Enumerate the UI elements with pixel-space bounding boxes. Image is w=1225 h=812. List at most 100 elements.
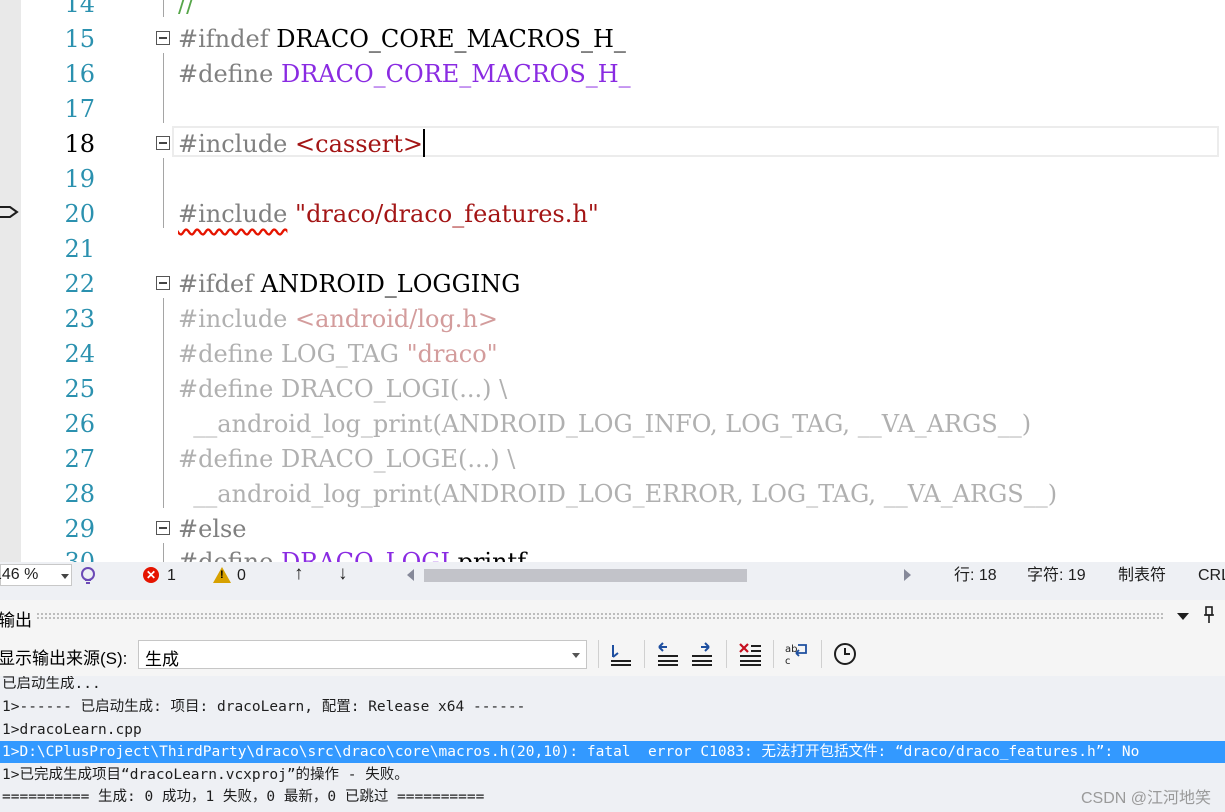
error-squiggle-include[interactable]: #include bbox=[178, 200, 287, 228]
code-text-inactive: #include <android/log.h> bbox=[178, 302, 498, 337]
line-number: 16 bbox=[64, 60, 95, 88]
string-literal: "draco" bbox=[406, 340, 498, 368]
fold-guide bbox=[163, 0, 164, 17]
line-indicator[interactable]: 行: 18 bbox=[954, 566, 997, 586]
preprocessor-keyword: #define bbox=[178, 375, 274, 403]
code-line[interactable]: 25 #define DRACO_LOGI(...) \ bbox=[0, 372, 1225, 407]
collapse-icon[interactable] bbox=[156, 136, 170, 150]
line-number: 20 bbox=[64, 200, 95, 228]
warning-count[interactable]: 0 bbox=[237, 566, 246, 586]
horizontal-scroll-thumb[interactable] bbox=[424, 569, 747, 582]
code-line[interactable]: 28 __android_log_print(ANDROID_LOG_ERROR… bbox=[0, 477, 1225, 512]
preprocessor-keyword: #define bbox=[178, 60, 274, 88]
code-editor[interactable]: 14 // 15 #ifndef DRACO_CORE_MACROS_H_ 16… bbox=[0, 0, 1225, 562]
preprocessor-keyword: #define bbox=[178, 445, 274, 473]
line-ending-indicator[interactable]: CRLF bbox=[1198, 566, 1225, 586]
chevron-down-icon bbox=[61, 574, 69, 579]
svg-text:ab: ab bbox=[785, 644, 797, 655]
code-line[interactable]: 27 #define DRACO_LOGE(...) \ bbox=[0, 442, 1225, 477]
previous-message-icon[interactable] bbox=[655, 641, 681, 667]
error-icon[interactable]: ✕ bbox=[143, 567, 159, 583]
line-number: 18 bbox=[64, 130, 95, 158]
line-number: 23 bbox=[64, 305, 95, 333]
code-line-current[interactable]: 18 #include <cassert> bbox=[0, 126, 1225, 162]
code-text: #ifdef ANDROID_LOGGING bbox=[178, 267, 520, 302]
macro-name: DRACO_CORE_MACROS_H_ bbox=[280, 60, 631, 88]
output-line[interactable]: 已启动生成... bbox=[2, 676, 101, 695]
line-number: 14 bbox=[64, 0, 95, 18]
drag-grip[interactable] bbox=[36, 612, 1164, 620]
code-text-inactive: #define LOG_TAG "draco" bbox=[178, 337, 498, 372]
scroll-left-icon[interactable] bbox=[407, 569, 414, 581]
output-text-area[interactable]: 已启动生成... 1>------ 已启动生成: 项目: dracoLearn,… bbox=[0, 676, 1225, 812]
chevron-down-icon bbox=[572, 653, 580, 658]
preprocessor-keyword: #define bbox=[178, 340, 274, 368]
identifier: printf bbox=[457, 548, 527, 562]
code-text-inactive: __android_log_print(ANDROID_LOG_ERROR, L… bbox=[178, 480, 1058, 508]
output-line[interactable]: ========== 生成: 0 成功，1 失败，0 最新，0 已跳过 ====… bbox=[2, 786, 484, 808]
line-number: 17 bbox=[64, 95, 95, 123]
toolbar-separator bbox=[644, 640, 645, 668]
code-line[interactable]: 26 __android_log_print(ANDROID_LOG_INFO,… bbox=[0, 407, 1225, 442]
output-panel-header: 输出 bbox=[0, 600, 1225, 632]
macro-name: DRACO_LOGI bbox=[280, 548, 450, 562]
panel-splitter[interactable] bbox=[0, 590, 1225, 600]
code-line[interactable]: 30 #define DRACO_LOGI printf bbox=[0, 545, 1225, 562]
macro-definition: DRACO_LOGI(...) \ bbox=[280, 375, 508, 403]
code-text: #include "draco/draco_features.h" bbox=[178, 197, 599, 232]
code-line[interactable]: 23 #include <android/log.h> bbox=[0, 302, 1225, 337]
previous-issue-arrow-up-icon[interactable]: ↑ bbox=[294, 564, 304, 584]
toggle-word-wrap-icon[interactable]: ab c bbox=[784, 641, 810, 667]
code-text: #include <cassert> bbox=[178, 127, 425, 162]
output-line[interactable]: 1>dracoLearn.cpp bbox=[2, 719, 142, 741]
output-panel-title: 输出 bbox=[0, 611, 32, 630]
toolbar-separator bbox=[773, 640, 774, 668]
toolbar-separator bbox=[726, 640, 727, 668]
line-number: 25 bbox=[64, 375, 95, 403]
code-line[interactable]: 15 #ifndef DRACO_CORE_MACROS_H_ bbox=[0, 22, 1225, 57]
line-number: 19 bbox=[64, 165, 95, 193]
line-number: 27 bbox=[64, 445, 95, 473]
code-line[interactable]: 29 #else bbox=[0, 512, 1225, 547]
code-line[interactable]: 19 bbox=[0, 162, 1225, 197]
output-line-selected-error[interactable]: 1>D:\CPlusProject\ThirdParty\draco\src\d… bbox=[0, 741, 1225, 763]
code-line[interactable]: 21 bbox=[0, 232, 1225, 267]
collapse-icon[interactable] bbox=[156, 276, 170, 290]
line-number: 30 bbox=[64, 548, 95, 562]
code-line[interactable]: 17 bbox=[0, 92, 1225, 127]
code-line[interactable]: 20 #include "draco/draco_features.h" bbox=[0, 197, 1225, 232]
code-line[interactable]: 14 // bbox=[0, 0, 1225, 22]
indent-indicator[interactable]: 制表符 bbox=[1118, 566, 1166, 586]
next-issue-arrow-down-icon[interactable]: ↓ bbox=[338, 564, 348, 584]
editor-status-bar: 146 % ✕ 1 ! 0 ↑ ↓ 行: 18 字符: 19 制表符 CRLF bbox=[0, 562, 1225, 590]
window-position-dropdown-icon[interactable] bbox=[1177, 613, 1189, 620]
clock-icon[interactable] bbox=[832, 641, 858, 667]
output-source-dropdown[interactable]: 生成 bbox=[138, 640, 587, 669]
code-text: #ifndef DRACO_CORE_MACROS_H_ bbox=[178, 22, 626, 57]
line-number: 26 bbox=[64, 410, 95, 438]
zoom-dropdown[interactable]: 146 % bbox=[0, 564, 72, 586]
scroll-right-icon[interactable] bbox=[904, 569, 911, 581]
clear-all-icon[interactable] bbox=[737, 641, 763, 667]
find-message-in-code-icon[interactable] bbox=[608, 641, 634, 667]
code-line[interactable]: 16 #define DRACO_CORE_MACROS_H_ bbox=[0, 57, 1225, 92]
next-message-icon[interactable] bbox=[689, 641, 715, 667]
collapse-icon[interactable] bbox=[156, 31, 170, 45]
output-source-value: 生成 bbox=[145, 650, 179, 669]
toolbar-separator bbox=[821, 640, 822, 668]
identifier: DRACO_CORE_MACROS_H_ bbox=[276, 25, 626, 53]
identifier: ANDROID_LOGGING bbox=[260, 270, 521, 298]
error-count[interactable]: 1 bbox=[167, 566, 176, 586]
char-indicator[interactable]: 字符: 19 bbox=[1027, 566, 1086, 586]
pin-icon[interactable] bbox=[1203, 606, 1215, 624]
collapse-icon[interactable] bbox=[156, 521, 170, 535]
code-text: #define DRACO_LOGI printf bbox=[178, 545, 526, 562]
output-line[interactable]: 1>已完成生成项目“dracoLearn.vcxproj”的操作 - 失败。 bbox=[2, 764, 409, 786]
intellicode-icon[interactable] bbox=[78, 565, 98, 585]
watermark: CSDN @江河地笑 bbox=[1080, 790, 1211, 807]
code-line[interactable]: 24 #define LOG_TAG "draco" bbox=[0, 337, 1225, 372]
output-toolbar: 显示输出来源(S): 生成 ab c bbox=[0, 632, 1225, 676]
code-line[interactable]: 22 #ifdef ANDROID_LOGGING bbox=[0, 267, 1225, 302]
warning-icon[interactable]: ! bbox=[213, 567, 231, 583]
output-line[interactable]: 1>------ 已启动生成: 项目: dracoLearn, 配置: Rele… bbox=[2, 696, 525, 718]
